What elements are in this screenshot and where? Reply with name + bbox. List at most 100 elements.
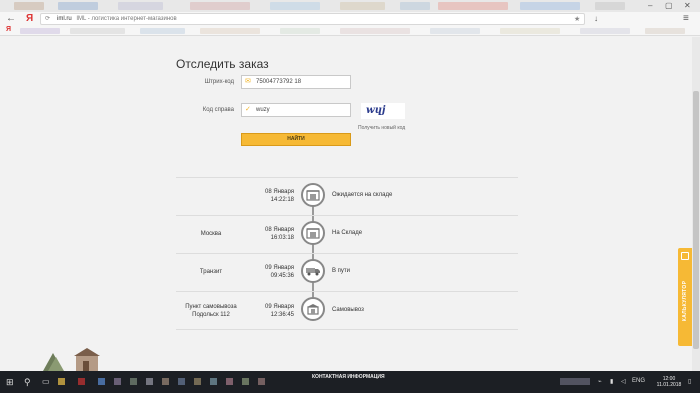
bookmark-pixelated[interactable] xyxy=(645,28,685,34)
notifications-icon[interactable]: ▯ xyxy=(688,378,691,385)
envelope-icon: ✉ xyxy=(245,78,251,85)
taskbar-app-icon[interactable] xyxy=(226,378,233,385)
volume-icon[interactable]: ◁ xyxy=(621,378,626,385)
event-date: 09 Января xyxy=(265,265,294,271)
task-view-icon[interactable]: ▭ xyxy=(42,376,50,388)
check-icon: ✓ xyxy=(245,106,251,113)
warehouse-icon xyxy=(301,221,325,245)
download-icon[interactable]: ↓ xyxy=(594,13,598,25)
explorer-icon[interactable] xyxy=(58,378,65,385)
tab-pixelated[interactable] xyxy=(190,2,250,10)
bookmarks-bar: Я xyxy=(0,26,700,36)
timeline-divider xyxy=(176,329,518,330)
scrollbar-thumb[interactable] xyxy=(693,91,699,349)
windows-taskbar: ⊞ ⚲ ▭ КОНТАКТНАЯ ИНФОРМАЦИЯ ⌁ ▮ ◁ ENG 12… xyxy=(0,371,700,393)
captcha-input[interactable]: ✓ wuzy xyxy=(241,103,351,117)
taskbar-app-icon[interactable] xyxy=(130,378,137,385)
bookmark-pixelated[interactable] xyxy=(20,28,60,34)
minimize-icon[interactable]: – xyxy=(648,1,652,10)
pickup-point-icon xyxy=(301,297,325,321)
bookmark-pixelated[interactable] xyxy=(140,28,185,34)
tab-pixelated[interactable] xyxy=(270,2,320,10)
tray-pixelated[interactable] xyxy=(560,378,590,385)
taskbar-app-icon[interactable] xyxy=(194,378,201,385)
find-button[interactable]: НАЙТИ xyxy=(241,133,351,146)
address-bar[interactable]: ⟳ iml.ru IML - логистика интернет-магази… xyxy=(40,13,585,25)
bookmark-pixelated[interactable] xyxy=(340,28,410,34)
timeline-divider xyxy=(176,291,518,292)
language-indicator[interactable]: ENG xyxy=(632,378,645,384)
taskbar-app-icon[interactable] xyxy=(210,378,217,385)
back-icon[interactable]: ← xyxy=(6,13,16,25)
network-icon[interactable]: ⌁ xyxy=(598,378,602,385)
timeline-divider xyxy=(176,253,518,254)
tab-pixelated[interactable] xyxy=(520,2,580,10)
battery-icon[interactable]: ▮ xyxy=(610,378,613,385)
taskbar-app-icon[interactable] xyxy=(178,378,185,385)
yandex-bookmark-icon[interactable]: Я xyxy=(6,26,11,33)
timeline-divider xyxy=(176,177,518,178)
event-time: 09:45:36 xyxy=(270,273,294,279)
address-row: ← Я ⟳ iml.ru IML - логистика интернет-ма… xyxy=(0,12,700,26)
event-time: 16:03:18 xyxy=(270,235,294,241)
bookmark-pixelated[interactable] xyxy=(70,28,125,34)
clock[interactable]: 12:00 11.01.2018 xyxy=(654,376,684,388)
taskbar-app-icon[interactable] xyxy=(258,378,265,385)
event-city: Пункт самовывоза Подольск 112 xyxy=(185,304,237,318)
yandex-icon[interactable]: Я xyxy=(26,13,33,25)
bookmark-pixelated[interactable] xyxy=(280,28,320,34)
close-icon[interactable]: ✕ xyxy=(684,1,691,10)
captcha-image: wɥj xyxy=(361,103,405,119)
search-icon[interactable]: ⚲ xyxy=(24,376,31,388)
page-scrollbar[interactable] xyxy=(692,37,700,371)
star-icon[interactable]: ★ xyxy=(574,14,580,26)
taskbar-app-icon[interactable] xyxy=(114,378,121,385)
warehouse-icon xyxy=(301,183,325,207)
page-title: Отследить заказ xyxy=(176,57,269,71)
captcha-value: wuzy xyxy=(256,107,270,113)
event-city: Москва xyxy=(200,231,222,237)
tab-pixelated[interactable] xyxy=(14,2,44,10)
event-city: Транзит xyxy=(199,269,223,275)
barcode-label: Штрих-код xyxy=(204,79,234,85)
tab-pixelated[interactable] xyxy=(340,2,385,10)
tab-pixelated[interactable] xyxy=(58,2,98,10)
yandex-browser-icon[interactable] xyxy=(78,378,85,385)
clock-date: 11.01.2018 xyxy=(656,382,682,388)
calculator-tab[interactable]: КАЛЬКУЛЯТОР xyxy=(678,248,692,346)
barcode-value: 75004773792 18 xyxy=(256,79,302,85)
event-date: 08 Января xyxy=(265,227,294,233)
captcha-label: Код справа xyxy=(202,107,234,113)
bookmark-pixelated[interactable] xyxy=(430,28,480,34)
tab-pixelated[interactable] xyxy=(595,2,625,10)
menu-icon[interactable]: ≡ xyxy=(683,13,689,25)
taskbar-app-icon[interactable] xyxy=(146,378,153,385)
footer-contact-label: КОНТАКТНАЯ ИНФОРМАЦИЯ xyxy=(312,374,385,380)
bookmark-pixelated[interactable] xyxy=(580,28,630,34)
taskbar-app-icon[interactable] xyxy=(242,378,249,385)
tab-pixelated[interactable] xyxy=(400,2,430,10)
event-status: На Складе xyxy=(332,230,363,236)
event-date: 09 Января xyxy=(265,304,294,310)
event-date: 08 Января xyxy=(265,189,294,195)
refresh-captcha-link[interactable]: Получить новый код xyxy=(358,125,405,131)
timeline-divider xyxy=(176,215,518,216)
windows-start-icon[interactable]: ⊞ xyxy=(6,376,14,388)
maximize-icon[interactable]: ▢ xyxy=(665,1,673,10)
page-content: Отследить заказ Штрих-код ✉ 75004773792 … xyxy=(0,37,692,371)
bookmark-pixelated[interactable] xyxy=(200,28,260,34)
barcode-input[interactable]: ✉ 75004773792 18 xyxy=(241,75,351,89)
page-title-in-bar: IML - логистика интернет-магазинов xyxy=(76,16,177,22)
bookmark-pixelated[interactable] xyxy=(500,28,560,34)
taskbar-app-icon[interactable] xyxy=(162,378,169,385)
tab-pixelated[interactable] xyxy=(118,2,163,10)
browser-tab-strip: – ▢ ✕ xyxy=(0,0,700,12)
taskbar-app-icon[interactable] xyxy=(98,378,105,385)
calculator-tab-label: КАЛЬКУЛЯТОР xyxy=(682,280,688,322)
event-status: Ожидается на складе xyxy=(332,192,393,198)
truck-icon xyxy=(301,259,325,283)
event-time: 12:36:45 xyxy=(270,312,294,318)
url-host: iml.ru xyxy=(57,16,72,22)
tab-pixelated[interactable] xyxy=(438,2,508,10)
refresh-icon[interactable]: ⟳ xyxy=(45,14,50,24)
